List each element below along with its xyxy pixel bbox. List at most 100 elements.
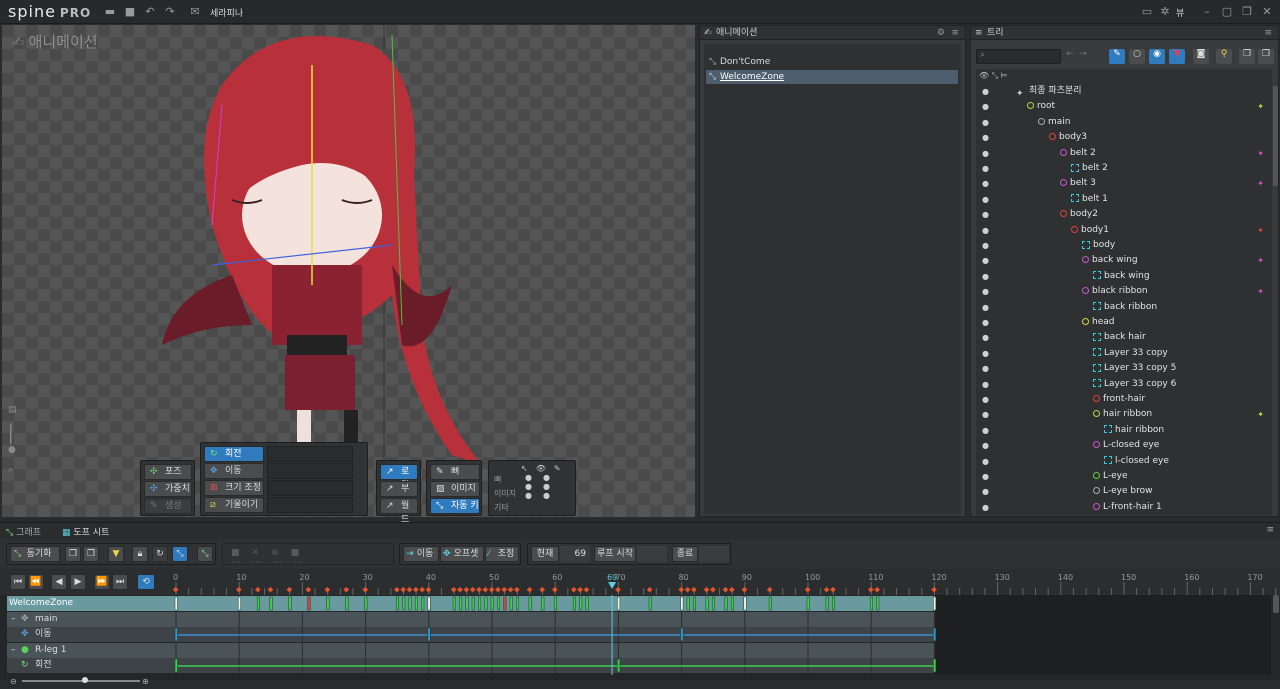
- tree-row[interactable]: ● body1 ✦: [976, 223, 1270, 238]
- save-icon[interactable]: ■: [123, 5, 137, 19]
- tree-row[interactable]: ● belt 1: [976, 192, 1270, 207]
- visibility-eye-icon[interactable]: ●: [982, 207, 989, 222]
- tree-row[interactable]: ● Layer 33 copy: [976, 346, 1270, 361]
- maximize-icon[interactable]: ▢: [1220, 5, 1234, 19]
- tree-scrollbar[interactable]: [1273, 86, 1278, 186]
- tree-row[interactable]: ● L-eye: [976, 469, 1270, 484]
- visibility-eye-icon[interactable]: ●: [982, 300, 989, 315]
- end-field[interactable]: [699, 546, 729, 562]
- visibility-eye-icon[interactable]: ●: [982, 346, 989, 361]
- tree-row[interactable]: ● Layer 33 copy 5: [976, 361, 1270, 376]
- pose-button[interactable]: ✣ 포즈: [144, 464, 192, 480]
- open-folder-icon[interactable]: ▬: [103, 5, 117, 19]
- create-button[interactable]: ✎ 생성: [144, 498, 192, 514]
- visibility-eye-icon[interactable]: ●: [982, 253, 989, 268]
- tree-row[interactable]: ● back wing ✦: [976, 253, 1270, 268]
- tree-row[interactable]: ● back ribbon: [976, 300, 1270, 315]
- animation-item[interactable]: ⤡ Don'tCome: [706, 55, 958, 69]
- settings-icon[interactable]: ✲: [1158, 5, 1172, 19]
- key-adjust-button[interactable]: ⁄ 조정: [485, 546, 519, 562]
- local-axes-button[interactable]: ↗로컬: [380, 464, 418, 491]
- tree-row[interactable]: ● head: [976, 315, 1270, 330]
- onion-icon[interactable]: ⤡: [172, 546, 188, 562]
- play-icon[interactable]: ▶: [70, 574, 86, 590]
- bone-key-indicator-icon[interactable]: ✦: [1257, 223, 1264, 238]
- tree-row[interactable]: ● L-front-hair 1: [976, 500, 1270, 515]
- visibility-eye-icon[interactable]: ●: [982, 377, 989, 392]
- timeline-zoom-bar[interactable]: ⊖ ⊕: [10, 677, 160, 686]
- current-frame-field[interactable]: 69: [560, 546, 590, 562]
- tree-row[interactable]: ● ✦ 최종 파츠분리: [976, 84, 1270, 99]
- minimize-icon[interactable]: –: [1200, 5, 1214, 19]
- images-compensate-button[interactable]: ▨ 이미지: [430, 481, 480, 497]
- tree-row[interactable]: ● body2: [976, 207, 1270, 222]
- tree-row[interactable]: ● back wing: [976, 269, 1270, 284]
- undo-icon[interactable]: ↶: [143, 5, 157, 19]
- translate-button[interactable]: ✥ 이동: [204, 463, 264, 479]
- tab-graph[interactable]: ⤡ 그래프: [6, 525, 41, 538]
- visibility-eye-icon[interactable]: ●: [982, 392, 989, 407]
- bone-key-indicator-icon[interactable]: ✦: [1257, 407, 1264, 422]
- tree-nav-arrows[interactable]: ← →: [1066, 49, 1102, 64]
- tree-row[interactable]: ● black ribbon ✦: [976, 284, 1270, 299]
- visibility-eye-icon[interactable]: ●: [982, 407, 989, 422]
- timeline-ruler[interactable]: 0 10 20 30 40 50 60 6970 80 90 100 110 120 130 140 150 1…: [168, 570, 1280, 595]
- filter-bones-icon[interactable]: ✎: [1109, 49, 1125, 64]
- filter-key-icon[interactable]: ▼: [108, 546, 124, 562]
- tree-search-input[interactable]: ⌕: [976, 49, 1061, 64]
- visibility-eye-icon[interactable]: ●: [982, 192, 989, 207]
- tree-row[interactable]: ● hair ribbon ✦: [976, 407, 1270, 422]
- visibility-eye-icon[interactable]: ●: [982, 284, 989, 299]
- key-move-button[interactable]: ⇥ 이동: [403, 546, 439, 562]
- paste-icon[interactable]: ❐: [1258, 49, 1274, 64]
- visibility-eye-icon[interactable]: ●: [982, 99, 989, 114]
- auto-key-button[interactable]: ⤡ 자동 키: [430, 498, 480, 514]
- camera-icon[interactable]: ◙: [1193, 49, 1209, 64]
- curve-icon[interactable]: ⤡: [197, 546, 213, 562]
- shear-value-field[interactable]: [267, 497, 353, 513]
- visibility-eye-icon[interactable]: ●: [982, 130, 989, 145]
- bone-key-indicator-icon[interactable]: ✦: [1257, 146, 1264, 161]
- visibility-eye-icon[interactable]: ●: [982, 223, 989, 238]
- scale-value-field[interactable]: [267, 480, 353, 496]
- tree-row[interactable]: ● Layer 33 copy 6: [976, 377, 1270, 392]
- tree-row[interactable]: ● l-closed eye: [976, 454, 1270, 469]
- visibility-eye-icon[interactable]: ●: [982, 315, 989, 330]
- visibility-eye-icon[interactable]: ●: [982, 269, 989, 284]
- bone-key-indicator-icon[interactable]: ✦: [1257, 176, 1264, 191]
- visibility-eye-icon[interactable]: ●: [982, 115, 989, 130]
- bone-key-indicator-icon[interactable]: ✦: [1257, 284, 1264, 299]
- visibility-eye-icon[interactable]: ●: [982, 146, 989, 161]
- paste-key-icon[interactable]: ❐: [83, 546, 99, 562]
- copy-icon[interactable]: ❐: [1239, 49, 1255, 64]
- visibility-eye-icon[interactable]: ●: [982, 330, 989, 345]
- visibility-eye-icon[interactable]: ●: [982, 500, 989, 515]
- visibility-eye-icon[interactable]: ●: [982, 238, 989, 253]
- tree-row[interactable]: ● back hair: [976, 330, 1270, 345]
- visibility-eye-icon[interactable]: ●: [982, 84, 989, 99]
- tree-row[interactable]: ● belt 2: [976, 161, 1270, 176]
- dopesheet-scrollbar[interactable]: [1273, 595, 1279, 613]
- close-icon[interactable]: ✕: [1260, 5, 1274, 19]
- tree-row[interactable]: ● body: [976, 238, 1270, 253]
- tree-row[interactable]: ● belt 2 ✦: [976, 146, 1270, 161]
- copy-key-icon[interactable]: ❐: [65, 546, 81, 562]
- character-art[interactable]: [152, 25, 502, 470]
- tree-row[interactable]: ● L-closed eye: [976, 438, 1270, 453]
- rotate-button[interactable]: ↻ 회전: [204, 446, 264, 462]
- prev-key-icon[interactable]: ⏪: [28, 574, 44, 590]
- visibility-eye-icon[interactable]: ●: [982, 484, 989, 499]
- filter-slots-icon[interactable]: ○: [1129, 49, 1145, 64]
- loop-icon[interactable]: ↻: [152, 546, 168, 562]
- play-backward-icon[interactable]: ◀: [51, 574, 67, 590]
- parent-axes-button[interactable]: ↗부모: [380, 481, 418, 508]
- tree-row[interactable]: ● L-eye brow: [976, 484, 1270, 499]
- translate-value-field[interactable]: [267, 463, 353, 479]
- filter-icon[interactable]: ▼: [1169, 49, 1185, 64]
- loop-playback-icon[interactable]: ⟲: [137, 574, 155, 590]
- tree-row[interactable]: ● hair ribbon: [976, 423, 1270, 438]
- restore-icon[interactable]: ❐: [1240, 5, 1254, 19]
- filter-visible-icon[interactable]: ◉: [1149, 49, 1165, 64]
- visibility-eye-icon[interactable]: ●: [982, 423, 989, 438]
- view-menu[interactable]: 뷰: [1176, 6, 1184, 19]
